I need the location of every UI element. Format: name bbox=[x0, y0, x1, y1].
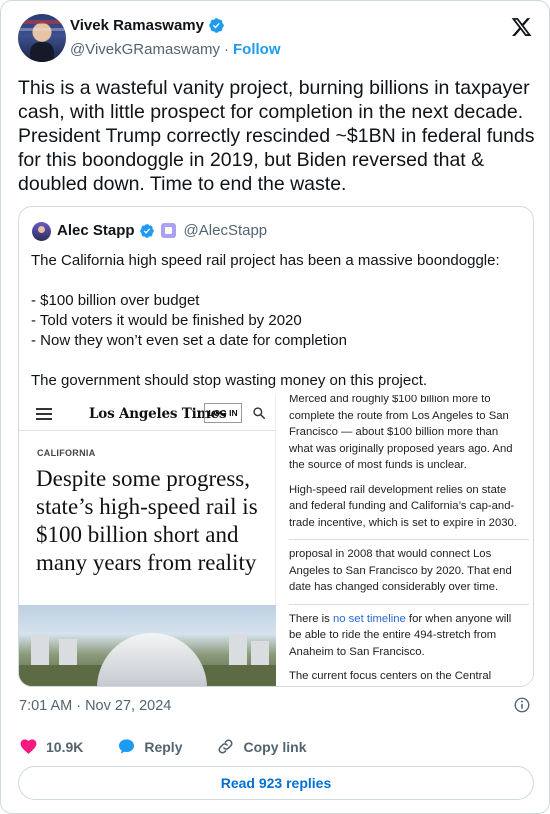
follow-button[interactable]: Follow bbox=[233, 41, 281, 58]
read-replies-button[interactable]: Read 923 replies bbox=[18, 766, 534, 800]
tweet-timestamp[interactable]: 7:01 AM · Nov 27, 2024 bbox=[19, 698, 171, 714]
quote-image[interactable]: Los Angeles Times LOG IN CALIFORNIA Desp… bbox=[19, 395, 533, 686]
tweet-card: Vivek Ramaswamy @VivekGRamaswamy · Follo… bbox=[0, 0, 550, 814]
author-name[interactable]: Vivek Ramaswamy bbox=[70, 17, 204, 34]
action-bar: 10.9K Reply Copy link bbox=[19, 737, 341, 756]
latimes-screenshot: Los Angeles Times LOG IN CALIFORNIA Desp… bbox=[19, 395, 276, 686]
like-button[interactable]: 10.9K bbox=[19, 737, 83, 756]
article-headline: Despite some progress, state’s high-spee… bbox=[36, 466, 258, 575]
heart-icon bbox=[20, 739, 37, 754]
article-paragraph: Merced and roughly $100 billion more to … bbox=[289, 395, 513, 471]
article-link: no set timeline bbox=[332, 612, 406, 625]
reply-label: Reply bbox=[144, 738, 183, 755]
article-divider bbox=[289, 603, 529, 605]
article-section-label: CALIFORNIA bbox=[37, 448, 96, 458]
article-excerpt: Merced and roughly $100 billion more to … bbox=[289, 395, 533, 686]
article-paragraph: There is no set timeline for when anyone… bbox=[289, 611, 525, 661]
like-count: 10.9K bbox=[46, 738, 84, 755]
author-name-line: Vivek Ramaswamy bbox=[70, 17, 225, 34]
quote-author-handle[interactable]: @AlecStapp bbox=[184, 222, 268, 239]
verified-badge-icon bbox=[139, 223, 154, 238]
author-handle-line: @VivekGRamaswamy · Follow bbox=[70, 41, 281, 58]
info-icon[interactable] bbox=[513, 696, 531, 714]
author-handle[interactable]: @VivekGRamaswamy bbox=[70, 41, 220, 58]
article-paragraph: The current focus centers on the Central bbox=[289, 670, 492, 682]
quote-author-line: Alec Stapp @AlecStapp bbox=[57, 222, 267, 239]
hamburger-menu-icon bbox=[36, 408, 52, 420]
quote-text: The California high speed rail project h… bbox=[31, 252, 500, 389]
link-icon bbox=[218, 739, 233, 754]
reply-bubble-icon bbox=[119, 739, 135, 754]
quoted-tweet[interactable]: Alec Stapp @AlecStapp The California hig… bbox=[18, 206, 534, 687]
tweet-text: This is a wasteful vanity project, burni… bbox=[18, 77, 540, 195]
article-paragraph: proposal in 2008 that would connect Los … bbox=[289, 548, 512, 593]
quote-author-avatar[interactable] bbox=[32, 222, 51, 241]
article-paragraph: High-speed rail development relies on st… bbox=[289, 483, 517, 529]
verified-badge-icon bbox=[209, 18, 224, 33]
separator-dot: · bbox=[224, 41, 229, 58]
author-avatar[interactable] bbox=[18, 14, 66, 62]
x-logo-icon[interactable] bbox=[510, 16, 533, 38]
affiliation-badge-icon bbox=[160, 223, 176, 238]
copy-link-button[interactable]: Copy link bbox=[216, 737, 307, 756]
article-text: There is bbox=[289, 612, 333, 625]
search-icon bbox=[253, 407, 266, 420]
rail-station-photo bbox=[19, 605, 276, 686]
quote-author-name[interactable]: Alec Stapp bbox=[57, 222, 135, 239]
latimes-header: Los Angeles Times LOG IN bbox=[19, 395, 276, 431]
article-divider bbox=[289, 539, 529, 540]
copy-link-label: Copy link bbox=[243, 738, 307, 755]
reply-button[interactable]: Reply bbox=[117, 737, 182, 756]
latimes-login-button: LOG IN bbox=[204, 403, 242, 423]
